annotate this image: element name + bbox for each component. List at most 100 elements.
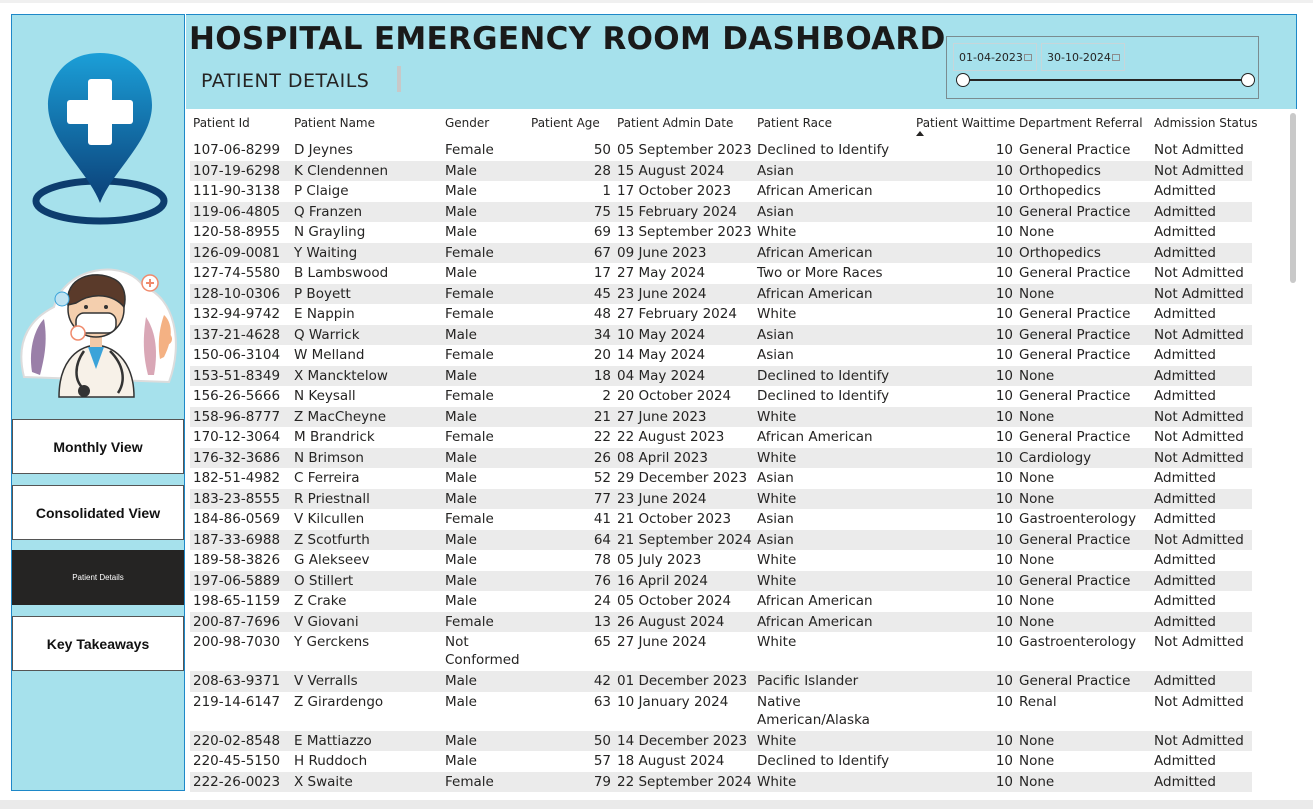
cell-patient-age: 67 (593, 244, 611, 261)
cell-department: Orthopedics (1019, 162, 1101, 179)
cell-patient-race: Two or More Races (757, 265, 883, 281)
cell-patient-id: 189-58-3826 (193, 552, 281, 568)
cell-patient-name: M Brandrick (294, 429, 375, 445)
cell-patient-name: G Alekseev (294, 552, 370, 568)
column-header-patient-id[interactable]: Patient Id (193, 116, 250, 130)
table-row[interactable]: 200-98-7030 Y Gerckens Not Conformed 65 27 J… (190, 632, 1252, 671)
cell-gender: Female (445, 511, 494, 527)
table-row[interactable]: 208-63-9371 V Verralls Male 42 01 December 2… (190, 671, 1252, 692)
table-row[interactable]: 200-87-7696 V Giovani Female 13 26 August 20… (190, 611, 1252, 632)
table-row[interactable]: 184-86-0569 V Kilcullen Female 41 21 October… (190, 509, 1252, 530)
column-header-waittime[interactable]: Patient Waittime (916, 116, 1015, 130)
cell-patient-age: 79 (593, 773, 611, 790)
table-row[interactable]: 107-06-8299 D Jeynes Female 50 05 September … (190, 140, 1252, 161)
monthly-view-button[interactable]: Monthly View (12, 419, 184, 474)
cell-department: None (1019, 773, 1055, 790)
table-row[interactable]: 158-96-8777 Z MacCheyne Male 21 27 June 2023… (190, 406, 1252, 427)
cell-admission-status: Admitted (1154, 347, 1216, 363)
column-header-gender[interactable]: Gender (445, 116, 489, 130)
cell-patient-age: 45 (593, 285, 611, 302)
end-date-input[interactable]: 30-10-2024 (1041, 43, 1125, 71)
table-row[interactable]: 182-51-4982 C Ferreira Male 52 29 December 2… (190, 468, 1252, 489)
cell-admin-date: 09 June 2023 (617, 244, 707, 261)
table-row[interactable]: 170-12-3064 M Brandrick Female 22 22 August … (190, 427, 1252, 448)
table-row[interactable]: 183-23-8555 R Priestnall Male 77 23 June 202… (190, 488, 1252, 509)
table-row[interactable]: 222-26-0023 X Swaite Female 79 22 September … (190, 771, 1252, 792)
table-row[interactable]: 187-33-6988 Z Scotfurth Male 64 21 September… (190, 529, 1252, 550)
table-row[interactable]: 189-58-3826 G Alekseev Male 78 05 July 2023 W… (190, 550, 1252, 571)
column-header-patient-name[interactable]: Patient Name (294, 116, 375, 130)
cell-patient-age: 69 (593, 224, 611, 240)
cell-department: General Practice (1019, 531, 1131, 548)
cell-waittime: 10 (995, 470, 1013, 486)
cell-department: General Practice (1019, 673, 1131, 689)
patient-details-button[interactable]: Patient Details (12, 550, 184, 605)
table-row[interactable]: 176-32-3686 N Brimson Male 26 08 April 2023 W… (190, 447, 1252, 468)
cell-patient-race: Asian (757, 347, 794, 363)
cell-patient-name: V Verralls (294, 673, 358, 689)
table-row[interactable]: 219-14-6147 Z Girardengo Male 63 10 January … (190, 692, 1252, 746)
cell-patient-id: 200-98-7030 (193, 634, 281, 650)
cell-patient-age: 21 (593, 408, 611, 425)
table-row[interactable]: 128-10-0306 P Boyett Female 45 23 June 2024 A… (190, 283, 1252, 304)
table-row[interactable]: 220-45-5150 H Ruddoch Male 57 18 August 2024… (190, 751, 1252, 772)
cell-patient-name: V Kilcullen (294, 511, 365, 527)
cell-gender: Male (445, 531, 477, 548)
table-row[interactable]: 132-94-9742 E Nappin Female 48 27 February 2… (190, 304, 1252, 325)
cell-gender: Male (445, 162, 477, 179)
table-row[interactable]: 111-90-3138 P Claige Male 1 17 October 2023 A… (190, 181, 1252, 202)
date-range-slicer: 01-04-2023 30-10-2024 (946, 36, 1259, 99)
cell-waittime: 10 (995, 285, 1013, 302)
column-header-admin-date[interactable]: Patient Admin Date (617, 116, 733, 130)
key-takeaways-button[interactable]: Key Takeaways (12, 616, 184, 671)
cell-patient-age: 1 (602, 183, 611, 199)
cell-patient-age: 77 (593, 490, 611, 507)
cell-admin-date: 05 September 2023 (617, 142, 752, 158)
date-slider-start-handle[interactable] (956, 73, 970, 87)
date-slider-end-handle[interactable] (1241, 73, 1255, 87)
column-header-department[interactable]: Department Referral (1019, 116, 1143, 130)
cell-gender: Male (445, 753, 477, 769)
cell-patient-race: White (757, 552, 797, 568)
cell-department: None (1019, 470, 1055, 486)
cell-admin-date: 08 April 2023 (617, 449, 708, 466)
cell-patient-race: Declined to Identify (757, 753, 890, 769)
cell-patient-name: E Mattiazzo (294, 732, 372, 749)
table-row[interactable]: 220-02-8548 E Mattiazzo Male 50 14 December … (190, 730, 1252, 751)
table-row[interactable]: 137-21-4628 Q Warrick Male 34 10 May 2024 Asi… (190, 324, 1252, 345)
cell-department: General Practice (1019, 572, 1131, 589)
table-scrollbar[interactable] (1290, 113, 1296, 283)
table-row[interactable]: 119-06-4805 Q Franzen Male 75 15 February 20… (190, 201, 1252, 222)
table-row[interactable]: 126-09-0081 Y Waiting Female 67 09 June 2023… (190, 242, 1252, 263)
cell-patient-name: Z Scotfurth (294, 531, 370, 548)
cell-admission-status: Not Admitted (1154, 408, 1244, 425)
cell-patient-race: Asian (757, 162, 794, 179)
cell-waittime: 10 (995, 531, 1013, 548)
table-row[interactable]: 150-06-3104 W Melland Female 20 14 May 2024 A… (190, 345, 1252, 366)
table-row[interactable]: 107-19-6298 K Clendennen Male 28 15 August 2… (190, 160, 1252, 181)
cell-gender: Female (445, 613, 494, 630)
cell-admin-date: 05 October 2024 (617, 593, 732, 609)
table-row[interactable]: 153-51-8349 X Mancktelow Male 18 04 May 2024… (190, 365, 1252, 386)
cell-waittime: 10 (995, 183, 1013, 199)
cell-waittime: 10 (995, 224, 1013, 240)
table-row[interactable]: 197-06-5889 O Stillert Male 76 16 April 2024… (190, 570, 1252, 591)
cell-gender: Male (445, 224, 477, 240)
column-header-patient-race[interactable]: Patient Race (757, 116, 832, 130)
column-header-admission-status[interactable]: Admission Status (1154, 116, 1257, 130)
sort-ascending-icon (916, 131, 924, 136)
cell-patient-id: 132-94-9742 (193, 306, 281, 322)
start-date-input[interactable]: 01-04-2023 (953, 43, 1037, 71)
date-slider-track[interactable] (963, 79, 1249, 81)
cell-waittime: 10 (995, 326, 1013, 343)
cell-patient-id: 208-63-9371 (193, 673, 281, 689)
table-row[interactable]: 198-65-1159 Z Crake Male 24 05 October 2024 A… (190, 591, 1252, 612)
table-row[interactable]: 120-58-8955 N Grayling Male 69 13 September … (190, 222, 1252, 243)
column-header-patient-age[interactable]: Patient Age (531, 116, 600, 130)
calendar-icon (1112, 54, 1120, 61)
table-row[interactable]: 127-74-5580 B Lambswood Male 17 27 May 2024 T… (190, 263, 1252, 284)
consolidated-view-button[interactable]: Consolidated View (12, 485, 184, 540)
cell-patient-name: W Melland (294, 347, 365, 363)
table-row[interactable]: 156-26-5666 N Keysall Female 2 20 October 20… (190, 386, 1252, 407)
cell-patient-age: 24 (593, 593, 611, 609)
